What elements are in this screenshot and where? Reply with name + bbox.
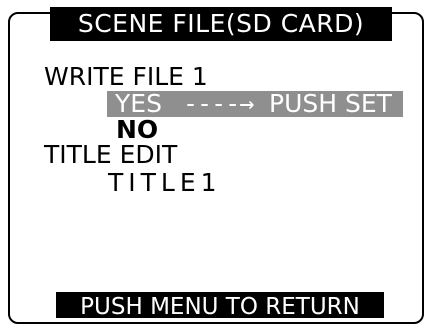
title-value: TITLE1 [108, 168, 222, 197]
arrow-indicator: ----→ [183, 89, 254, 118]
title-edit-label[interactable]: TITLE EDIT [44, 142, 177, 168]
yes-option-selected[interactable]: YES ----→ PUSH SET [107, 91, 403, 117]
return-instruction: PUSH MENU TO RETURN [56, 292, 384, 318]
yes-option-label: YES [115, 89, 162, 118]
push-set-instruction: PUSH SET [269, 89, 392, 118]
screen-title: SCENE FILE(SD CARD) [50, 7, 392, 41]
write-file-label: WRITE FILE 1 [44, 62, 208, 91]
